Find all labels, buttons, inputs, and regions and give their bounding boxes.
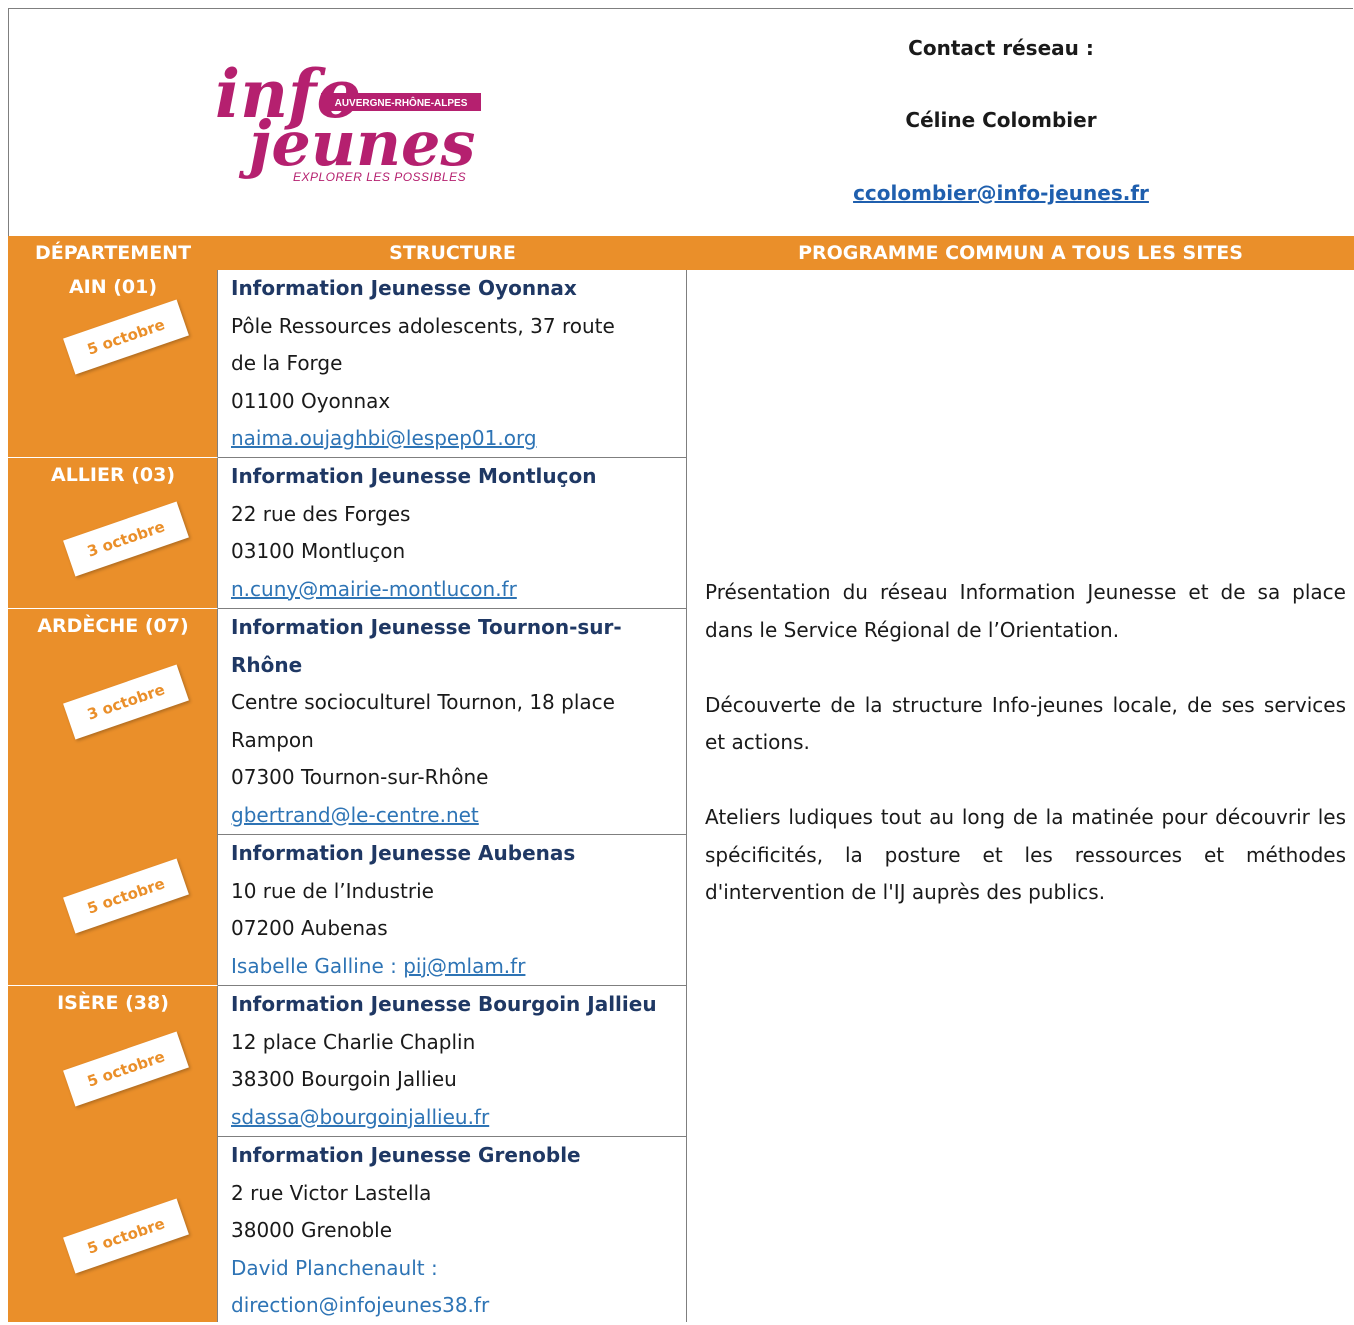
structure-email-link[interactable]: n.cuny@mairie-montlucon.fr: [231, 577, 517, 601]
structure-email[interactable]: direction@infojeunes38.fr: [231, 1287, 686, 1325]
structure-name: Information Jeunesse Montluçon: [231, 464, 597, 488]
department-name: ISÈRE (38): [57, 992, 169, 1014]
structure-cell: Information Jeunesse Oyonnax Pôle Ressou…: [218, 270, 687, 458]
structure-email-link[interactable]: naima.oujaghbi@lespep01.org: [231, 426, 537, 450]
postal-line: 07300 Tournon-sur-Rhône: [231, 765, 489, 789]
structure-name-cont: Rhône: [231, 652, 303, 677]
date-note: 3 octobre: [63, 664, 189, 740]
header-structure: STRUCTURE: [218, 236, 687, 270]
department-cell-ardeche-2: 5 octobre: [8, 835, 218, 986]
date-note: 5 octobre: [63, 299, 189, 375]
program-description: Présentation du réseau Information Jeune…: [705, 574, 1346, 949]
address-line: Rampon: [231, 727, 314, 752]
contact-title: Contact réseau :: [908, 36, 1094, 60]
structure-cell: Information Jeunesse Bourgoin Jallieu 12…: [218, 986, 687, 1137]
program-paragraph: Découverte de la structure Info-jeunes l…: [705, 692, 1346, 755]
department-cell-isere-2: 5 octobre: [8, 1137, 218, 1322]
address-line: Pôle Ressources adolescents, 37 route: [231, 313, 615, 338]
structure-name: Information Jeunesse Grenoble: [231, 1143, 581, 1167]
contact-name: Céline Colombier: [905, 108, 1097, 132]
postal-line: 07200 Aubenas: [231, 916, 388, 940]
date-note: 3 octobre: [63, 501, 189, 577]
department-name: AIN (01): [68, 276, 158, 298]
structure-cell: Information Jeunesse Grenoble 2 rue Vict…: [218, 1137, 687, 1322]
structure-email-link[interactable]: sdassa@bourgoinjallieu.fr: [231, 1105, 489, 1129]
structure-cell: Information Jeunesse Aubenas 10 rue de l…: [218, 835, 687, 986]
department-cell-ain: AIN (01) 5 octobre: [8, 270, 218, 458]
postal-line: 03100 Montluçon: [231, 539, 406, 563]
structure-name: Information Jeunesse Aubenas: [231, 841, 576, 865]
postal-line: 38300 Bourgoin Jallieu: [231, 1067, 457, 1091]
date-note: 5 octobre: [63, 858, 189, 934]
header-department: DÉPARTEMENT: [8, 236, 218, 270]
program-paragraph: Ateliers ludiques tout au long de la mat…: [705, 805, 1346, 904]
department-cell-ardeche: ARDÈCHE (07) 3 octobre: [8, 609, 218, 835]
structure-name: Information Jeunesse Oyonnax: [231, 276, 577, 300]
contact-person: David Planchenault :: [231, 1255, 438, 1280]
contact-email-link[interactable]: ccolombier@info-jeunes.fr: [853, 181, 1149, 205]
address-line: Centre socioculturel Tournon, 18 place: [231, 690, 615, 714]
address-line: de la Forge: [231, 351, 343, 375]
department-name: ARDÈCHE (07): [37, 615, 189, 637]
header-box: info AUVERGNE-RHÔNE-ALPES jeunes EXPLORE…: [8, 8, 1353, 237]
postal-line: 01100 Oyonnax: [231, 388, 391, 413]
department-cell-allier: ALLIER (03) 3 octobre: [8, 458, 218, 609]
date-note: 5 octobre: [63, 1198, 189, 1274]
structure-name: Information Jeunesse Bourgoin Jallieu: [231, 992, 657, 1016]
logo-tagline: EXPLORER LES POSSIBLES: [293, 170, 466, 184]
address-line: 22 rue des Forges: [231, 501, 411, 526]
structure-email-link[interactable]: pij@mlam.fr: [403, 954, 525, 978]
address-line: 12 place Charlie Chaplin: [231, 1029, 476, 1054]
address-line: 2 rue Victor Lastella: [231, 1180, 432, 1205]
contact-person: Isabelle Galline :: [231, 953, 404, 978]
info-jeunes-logo: info AUVERGNE-RHÔNE-ALPES jeunes EXPLORE…: [215, 55, 481, 184]
document-page: info AUVERGNE-RHÔNE-ALPES jeunes EXPLORE…: [8, 8, 1354, 1322]
date-note: 5 octobre: [63, 1031, 189, 1107]
postal-line: 38000 Grenoble: [231, 1218, 393, 1242]
department-cell-isere: ISÈRE (38) 5 octobre: [8, 986, 218, 1137]
address-line: 10 rue de l’Industrie: [231, 878, 434, 903]
structure-cell: Information Jeunesse Tournon-sur- Rhône …: [218, 609, 687, 835]
department-name: ALLIER (03): [50, 464, 176, 486]
structure-email-link[interactable]: gbertrand@le-centre.net: [231, 803, 479, 827]
program-paragraph: Présentation du réseau Information Jeune…: [705, 580, 1346, 642]
header-program: PROGRAMME COMMUN A TOUS LES SITES: [687, 236, 1354, 270]
structure-name: Information Jeunesse Tournon-sur-: [231, 615, 622, 639]
structure-cell: Information Jeunesse Montluçon 22 rue de…: [218, 458, 687, 609]
